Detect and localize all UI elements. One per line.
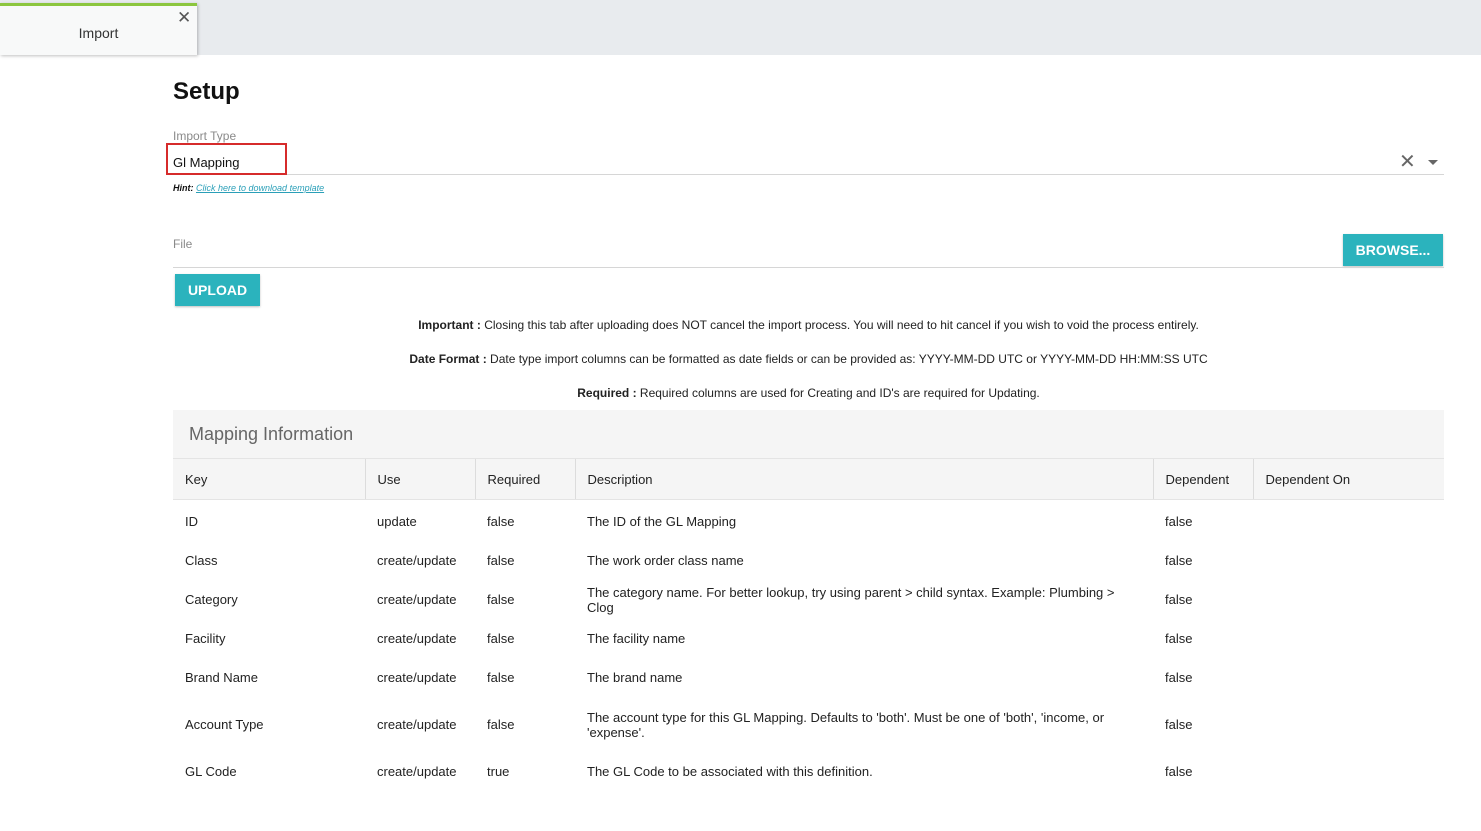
browse-button[interactable]: BROWSE... [1343,234,1443,266]
cell-required: true [487,764,510,779]
cell-dependent-on [1253,580,1444,619]
cell-dependent-on [1253,752,1444,791]
cell-key: Brand Name [185,670,258,685]
import-type-select[interactable]: Gl Mapping [173,147,1444,175]
cell-required: false [487,631,515,646]
tab-bar: Import ✕ [0,0,1481,55]
table-row: ID update false The ID of the GL Mapping… [173,500,1444,542]
cell-use: create/update [377,764,457,779]
date-format-note: Date Format : Date type import columns c… [173,352,1444,366]
cell-dependent-on [1253,541,1444,580]
column-header-required: Required [474,458,575,500]
note-text: Closing this tab after uploading does NO… [480,318,1199,332]
tab-import[interactable]: Import ✕ [0,3,197,55]
note-text: Date type import columns can be formatte… [486,352,1208,366]
column-header-dependent-on: Dependent On [1252,458,1444,500]
required-note: Required : Required columns are used for… [173,386,1444,400]
hint: Hint: Click here to download template [173,183,324,193]
cell-dependent: false [1165,670,1193,685]
note-heading: Required : [577,386,637,400]
upload-button[interactable]: UPLOAD [175,274,260,306]
mapping-information-panel: Mapping Information [173,410,1444,458]
cell-description: The work order class name [587,553,744,568]
important-note: Important : Closing this tab after uploa… [173,318,1444,332]
cell-dependent-on [1253,658,1444,697]
note-heading: Important : [418,318,481,332]
table-row: GL Code create/update true The GL Code t… [173,752,1444,791]
clear-icon[interactable]: ✕ [1399,152,1416,172]
cell-description: The account type for this GL Mapping. De… [587,709,1105,740]
tab-label: Import [78,25,119,41]
table-header-row: Key Use Required Description Dependent D… [173,458,1444,500]
page-title: Setup [173,78,240,105]
cell-dependent: false [1165,717,1193,732]
column-header-use: Use [364,458,475,500]
cell-use: create/update [377,717,457,732]
download-template-link[interactable]: Click here to download template [196,183,324,193]
cell-use: create/update [377,670,457,685]
file-label: File [173,237,193,251]
note-heading: Date Format : [409,352,487,366]
cell-description: The category name. For better lookup, tr… [587,584,1115,615]
cell-required: false [487,553,515,568]
column-header-key: Key [173,458,365,500]
cell-description: The brand name [587,670,683,685]
cell-description: The ID of the GL Mapping [587,514,737,529]
cell-dependent: false [1165,631,1193,646]
cell-dependent-on [1253,619,1444,658]
panel-title: Mapping Information [189,424,354,444]
cell-key: Account Type [185,717,264,732]
cell-description: The GL Code to be associated with this d… [587,764,873,779]
table-row: Brand Name create/update false The brand… [173,658,1444,697]
table-row: Facility create/update false The facilit… [173,619,1444,658]
cell-key: GL Code [185,764,237,779]
hint-label: Hint: [173,183,194,193]
import-type-label: Import Type [173,129,237,143]
cell-dependent: false [1165,764,1193,779]
chevron-down-icon[interactable] [1428,160,1438,165]
cell-required: false [487,717,515,732]
table-row: Account Type create/update false The acc… [173,697,1444,752]
cell-dependent: false [1165,553,1193,568]
close-icon[interactable]: ✕ [177,9,191,26]
cell-key: Facility [185,631,226,646]
file-field-underline [173,267,1444,268]
selection-highlight-box [166,143,287,175]
cell-use: create/update [377,553,457,568]
cell-required: false [487,670,515,685]
cell-dependent-on [1253,697,1444,752]
cell-use: create/update [377,631,457,646]
cell-required: false [487,514,515,529]
mapping-table: Key Use Required Description Dependent D… [173,458,1444,791]
cell-use: update [377,514,417,529]
cell-dependent: false [1165,592,1193,607]
cell-key: ID [185,514,198,529]
cell-dependent-on [1253,500,1444,542]
cell-description: The facility name [587,631,686,646]
cell-required: false [487,592,515,607]
table-row: Class create/update false The work order… [173,541,1444,580]
cell-key: Class [185,553,218,568]
cell-key: Category [185,592,238,607]
column-header-description: Description [574,458,1153,500]
column-header-dependent: Dependent [1152,458,1253,500]
note-text: Required columns are used for Creating a… [636,386,1040,400]
table-row: Category create/update false The categor… [173,580,1444,619]
cell-use: create/update [377,592,457,607]
cell-dependent: false [1165,514,1193,529]
